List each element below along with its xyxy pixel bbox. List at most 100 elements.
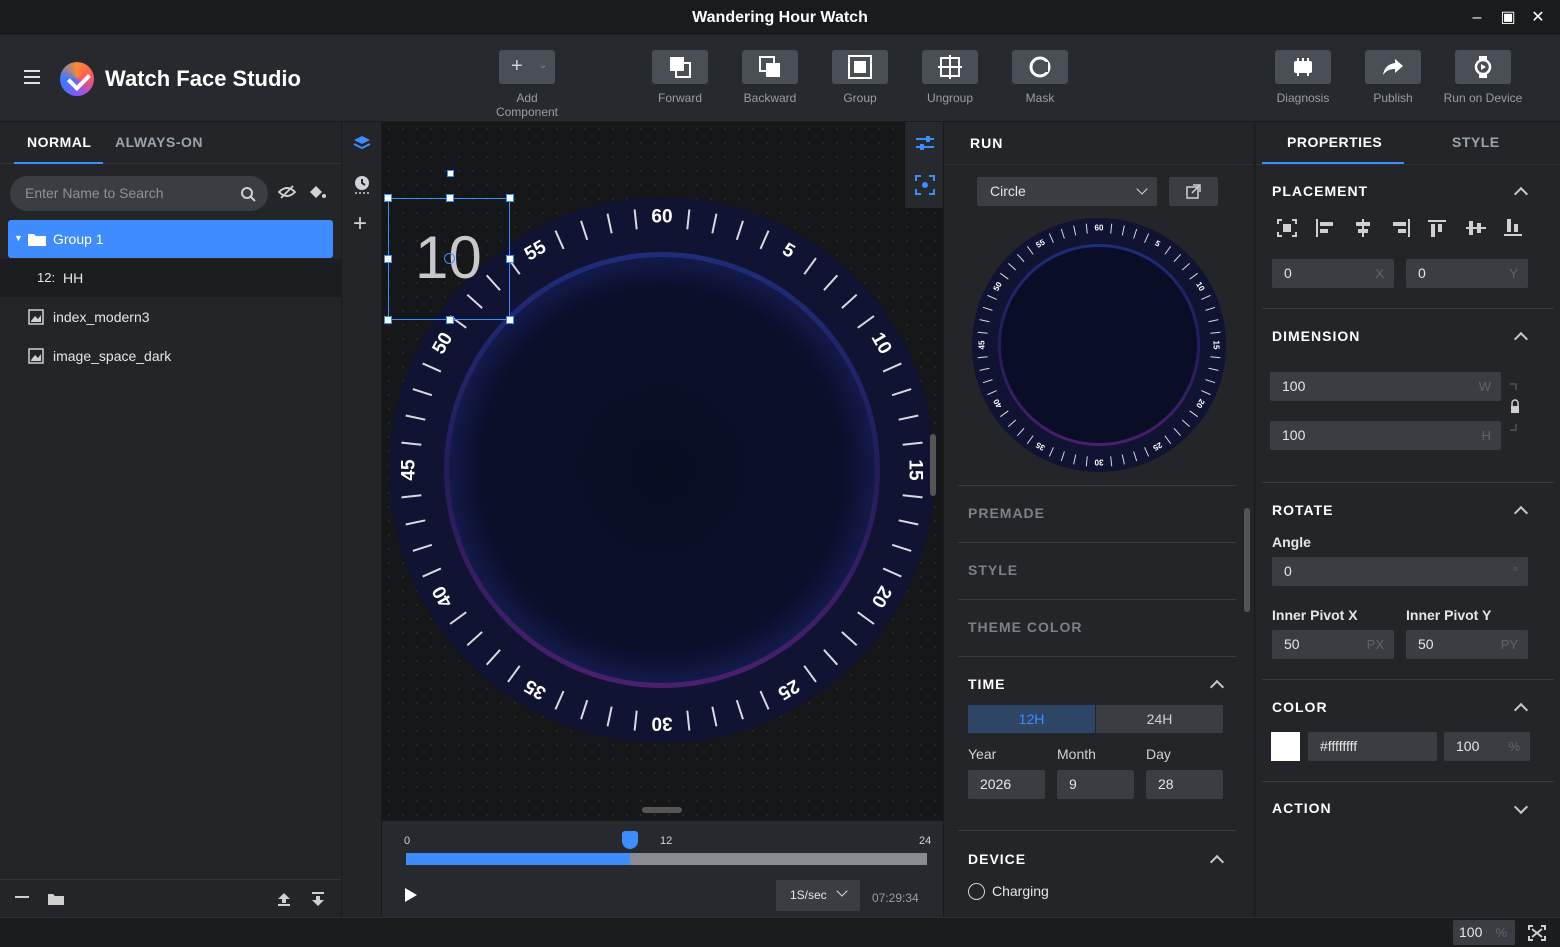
angle-input[interactable]: 0 °	[1272, 557, 1528, 586]
canvas-scrollbar-horizontal[interactable]	[642, 807, 682, 813]
style-section[interactable]: STYLE	[968, 562, 1018, 578]
capture-icon[interactable]	[915, 175, 935, 195]
chevron-up-icon[interactable]	[1209, 679, 1225, 695]
chevron-up-icon[interactable]	[1513, 331, 1529, 347]
pivot-y-input[interactable]: 50 PY	[1406, 630, 1528, 659]
mask-button[interactable]: Mask	[1000, 50, 1080, 105]
align-right-icon[interactable]	[1391, 219, 1411, 237]
time-section[interactable]: TIME	[968, 676, 1005, 692]
time-mode-12h[interactable]: 12H	[968, 705, 1095, 733]
add-icon[interactable]: +	[353, 212, 367, 236]
chevron-up-icon[interactable]	[1513, 505, 1529, 521]
device-section[interactable]: DEVICE	[968, 851, 1026, 867]
forward-button[interactable]: Forward	[640, 50, 720, 105]
pivot-x-input[interactable]: 50 PX	[1272, 630, 1394, 659]
width-input[interactable]: 100 W	[1270, 372, 1501, 401]
sliders-icon[interactable]	[915, 134, 935, 152]
resize-handle[interactable]	[506, 194, 514, 202]
chevron-up-icon[interactable]	[1513, 702, 1529, 718]
run-on-device-button[interactable]: Run on Device	[1443, 50, 1523, 105]
layer-index-modern3[interactable]: index_modern3	[8, 298, 333, 336]
move-to-bottom-icon[interactable]	[310, 891, 326, 907]
chevron-up-icon[interactable]	[1209, 854, 1225, 870]
tab-normal[interactable]: NORMAL	[27, 134, 91, 150]
diagnosis-button[interactable]: Diagnosis	[1263, 50, 1343, 105]
clock-icon[interactable]	[353, 174, 371, 194]
timeline-track[interactable]	[406, 831, 927, 865]
resize-handle[interactable]	[384, 316, 392, 324]
py-unit: PY	[1500, 637, 1518, 652]
layer-group-1[interactable]: ▼ Group 1	[8, 220, 333, 258]
h-unit: H	[1481, 428, 1491, 443]
align-center-vertical-icon[interactable]	[1466, 219, 1486, 237]
open-external-icon	[1186, 184, 1201, 199]
watch-canvas[interactable]: 60 5 10 15 20 25 30 35 40 45 50 55 10	[382, 122, 943, 820]
zoom-input[interactable]: 100%	[1453, 920, 1515, 945]
align-top-icon[interactable]	[1428, 219, 1448, 237]
shape-select[interactable]: Circle	[977, 177, 1157, 206]
layer-image-space-dark[interactable]: image_space_dark	[8, 337, 333, 375]
diagnosis-label: Diagnosis	[1276, 91, 1330, 105]
chevron-up-icon[interactable]	[1513, 186, 1529, 202]
speed-select[interactable]: 1S/sec	[776, 880, 860, 911]
resize-handle[interactable]	[446, 316, 454, 324]
minimize-button[interactable]: ‒	[1467, 8, 1487, 28]
opacity-unit: %	[1508, 739, 1520, 754]
position-x-input[interactable]: 0X	[1272, 259, 1394, 288]
color-swatch[interactable]	[1271, 732, 1300, 761]
play-icon[interactable]	[404, 887, 418, 903]
maximize-button[interactable]: ▣	[1498, 8, 1518, 28]
tab-properties[interactable]: PROPERTIES	[1287, 134, 1382, 150]
day-input[interactable]: 28	[1146, 770, 1223, 799]
resize-handle[interactable]	[384, 255, 392, 263]
premade-section[interactable]: PREMADE	[968, 505, 1045, 521]
bezel-number: 45	[399, 459, 420, 481]
ungroup-button[interactable]: Ungroup	[910, 50, 990, 105]
resize-handle[interactable]	[446, 194, 454, 202]
group-button[interactable]: Group	[820, 50, 900, 105]
height-input[interactable]: 100 H	[1270, 421, 1501, 450]
layer-hh[interactable]: 12: HH	[0, 259, 341, 297]
position-y-input[interactable]: 0Y	[1406, 259, 1528, 288]
run-scrollbar[interactable]	[1244, 508, 1250, 612]
fit-screen-icon[interactable]	[1528, 925, 1546, 941]
rotate-handle[interactable]	[447, 170, 454, 177]
color-hex-input[interactable]: #ffffffff	[1308, 732, 1437, 761]
app-logo	[60, 62, 94, 96]
resize-handle[interactable]	[506, 316, 514, 324]
layers-icon[interactable]	[353, 134, 371, 152]
opacity-input[interactable]: 100%	[1444, 732, 1530, 761]
tab-style[interactable]: STYLE	[1452, 134, 1500, 150]
add-component-button[interactable]: + ⌄ Add Component	[487, 50, 567, 119]
remove-icon[interactable]	[15, 896, 29, 898]
resize-handle[interactable]	[506, 255, 514, 263]
align-bottom-icon[interactable]	[1504, 219, 1524, 237]
align-toolbar	[1276, 218, 1536, 238]
time-mode-24h[interactable]: 24H	[1096, 705, 1223, 733]
backward-button[interactable]: Backward	[730, 50, 810, 105]
menu-icon[interactable]	[24, 70, 40, 84]
hide-visibility-icon[interactable]	[278, 185, 296, 199]
folder-icon[interactable]	[48, 892, 64, 905]
month-input[interactable]: 9	[1057, 770, 1134, 799]
resize-handle[interactable]	[384, 194, 392, 202]
tab-always-on[interactable]: ALWAYS-ON	[115, 134, 203, 150]
align-left-icon[interactable]	[1315, 219, 1335, 237]
move-to-top-icon[interactable]	[276, 891, 292, 907]
theme-color-section[interactable]: THEME COLOR	[968, 619, 1082, 635]
zoom-value: 100	[1459, 924, 1483, 940]
close-button[interactable]: ✕	[1528, 8, 1548, 28]
pivot-point[interactable]	[444, 253, 455, 264]
lock-aspect-icon[interactable]	[1508, 382, 1522, 434]
paint-bucket-icon[interactable]	[308, 184, 326, 200]
publish-button[interactable]: Publish	[1353, 50, 1433, 105]
fit-center-icon[interactable]	[1277, 219, 1297, 237]
canvas-scrollbar-vertical[interactable]	[930, 434, 936, 496]
layer-search-input[interactable]: Enter Name to Search	[10, 176, 268, 211]
chevron-down-icon[interactable]	[1513, 799, 1529, 815]
timeline-thumb[interactable]	[622, 831, 639, 849]
charging-radio[interactable]	[968, 883, 985, 900]
open-external-button[interactable]	[1169, 177, 1218, 206]
align-center-horizontal-icon[interactable]	[1353, 219, 1373, 237]
year-input[interactable]: 2026	[968, 770, 1045, 799]
